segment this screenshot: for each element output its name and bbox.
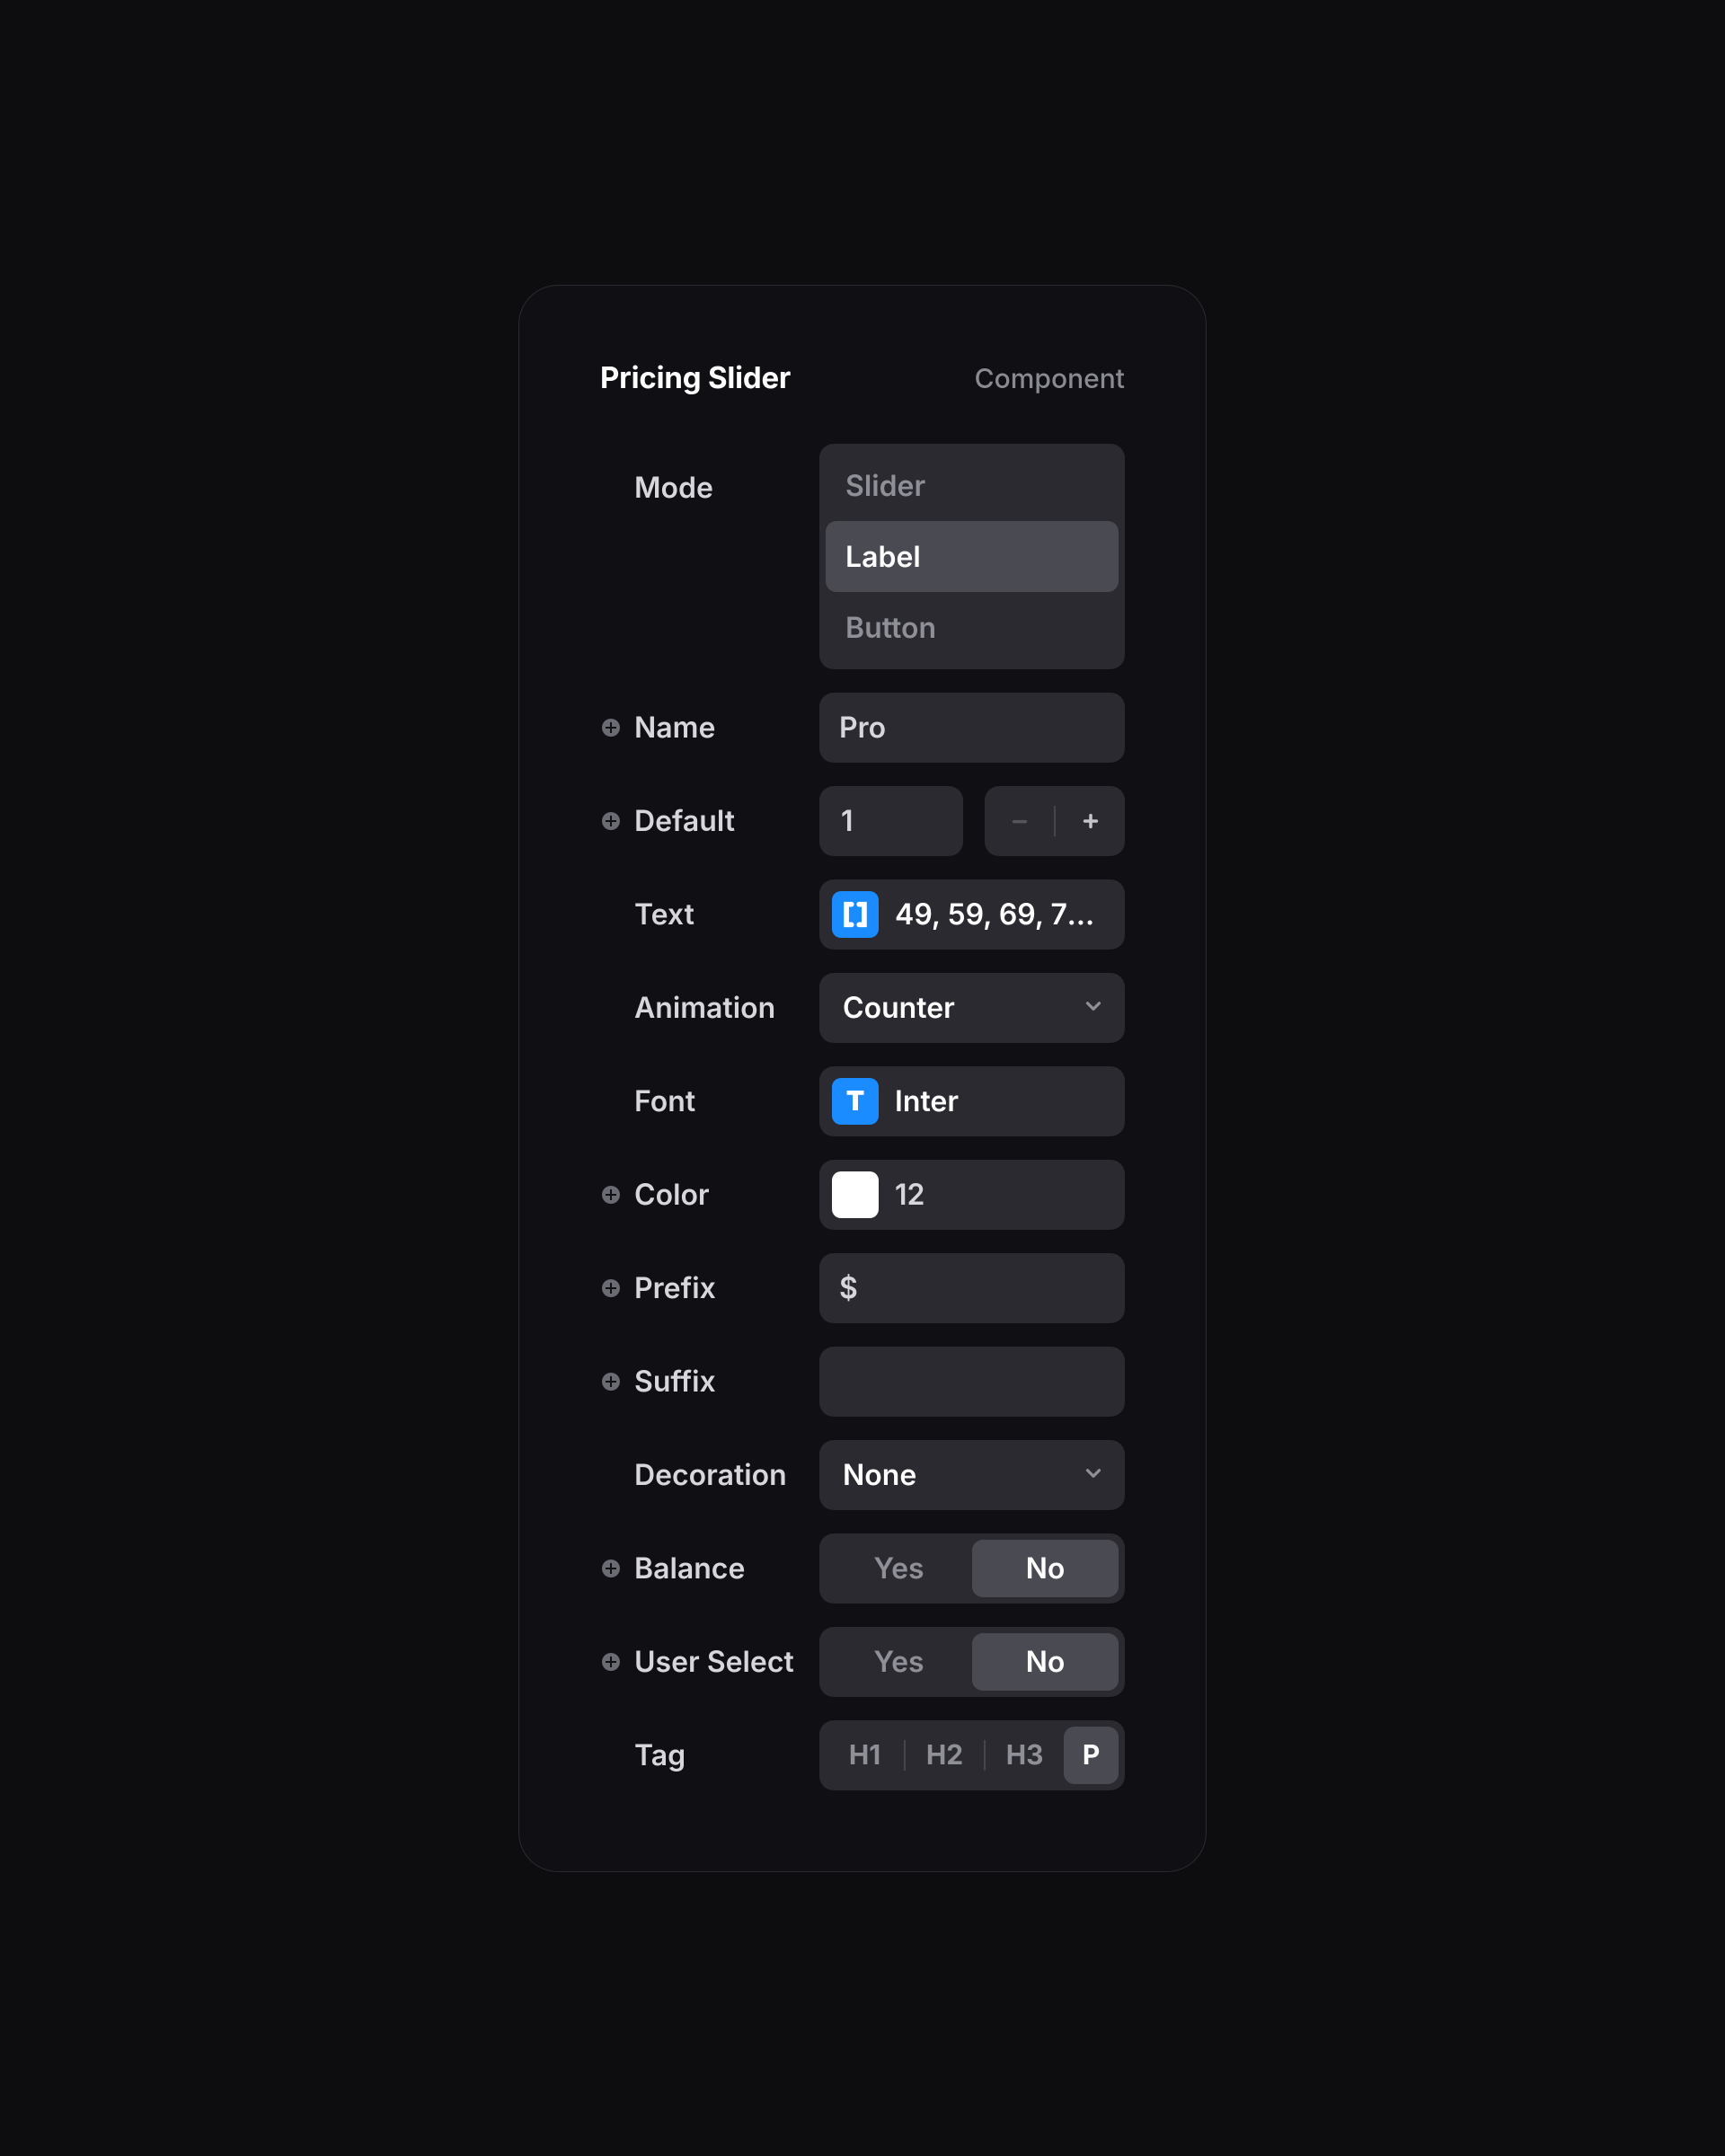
balance-toggle: Yes No bbox=[819, 1533, 1125, 1604]
add-variable-icon[interactable] bbox=[600, 1277, 622, 1299]
chevron-down-icon bbox=[1082, 994, 1105, 1021]
default-stepper: 1 bbox=[819, 786, 1125, 856]
mode-option-button[interactable]: Button bbox=[826, 592, 1119, 663]
user-select-no[interactable]: No bbox=[972, 1633, 1119, 1691]
user-select-yes[interactable]: Yes bbox=[826, 1633, 972, 1691]
prefix-input[interactable]: $ bbox=[819, 1253, 1125, 1323]
add-variable-icon[interactable] bbox=[600, 717, 622, 738]
mode-option-label[interactable]: Label bbox=[826, 521, 1119, 592]
decoration-select[interactable]: None bbox=[819, 1440, 1125, 1510]
tag-option-h2[interactable]: H2 bbox=[906, 1727, 984, 1784]
panel-title: Pricing Slider bbox=[600, 359, 791, 395]
balance-yes[interactable]: Yes bbox=[826, 1540, 972, 1597]
panel-header: Pricing Slider Component bbox=[600, 359, 1125, 395]
font-type-icon: T bbox=[832, 1078, 879, 1125]
name-label: Name bbox=[634, 710, 715, 745]
row-color: Color 12 bbox=[600, 1160, 1125, 1230]
prefix-label: Prefix bbox=[634, 1270, 716, 1305]
row-text: Text 49, 59, 69, 79, ... bbox=[600, 879, 1125, 950]
tag-segmented: H1 H2 H3 P bbox=[819, 1720, 1125, 1790]
panel-type-badge: Component bbox=[975, 363, 1125, 395]
color-swatch[interactable] bbox=[832, 1171, 879, 1218]
text-array-input[interactable]: 49, 59, 69, 79, ... bbox=[819, 879, 1125, 950]
add-variable-icon[interactable] bbox=[600, 810, 622, 832]
default-stepper-buttons bbox=[985, 786, 1125, 856]
row-font: Font T Inter bbox=[600, 1066, 1125, 1136]
animation-label: Animation bbox=[634, 990, 775, 1025]
default-value-input[interactable]: 1 bbox=[819, 786, 963, 856]
stepper-decrement[interactable] bbox=[985, 786, 1054, 856]
mode-option-slider[interactable]: Slider bbox=[826, 450, 1119, 521]
user-select-label: User Select bbox=[634, 1644, 794, 1679]
row-animation: Animation Counter bbox=[600, 973, 1125, 1043]
mode-segmented: Slider Label Button bbox=[819, 444, 1125, 669]
component-inspector-panel: Pricing Slider Component Mode Slider Lab… bbox=[518, 285, 1207, 1872]
row-default: Default 1 bbox=[600, 786, 1125, 856]
row-prefix: Prefix $ bbox=[600, 1253, 1125, 1323]
balance-no[interactable]: No bbox=[972, 1540, 1119, 1597]
add-variable-icon[interactable] bbox=[600, 1651, 622, 1673]
add-variable-icon[interactable] bbox=[600, 1184, 622, 1206]
default-label: Default bbox=[634, 803, 735, 838]
row-suffix: Suffix bbox=[600, 1347, 1125, 1417]
array-type-icon bbox=[832, 891, 879, 938]
add-variable-icon[interactable] bbox=[600, 1371, 622, 1392]
font-label: Font bbox=[634, 1083, 695, 1118]
add-variable-icon[interactable] bbox=[600, 1558, 622, 1579]
balance-label: Balance bbox=[634, 1551, 745, 1586]
text-label: Text bbox=[634, 897, 694, 932]
color-label: Color bbox=[634, 1177, 710, 1212]
suffix-input[interactable] bbox=[819, 1347, 1125, 1417]
row-name: Name Pro bbox=[600, 693, 1125, 763]
tag-label: Tag bbox=[634, 1737, 686, 1772]
tag-option-h1[interactable]: H1 bbox=[826, 1727, 904, 1784]
row-balance: Balance Yes No bbox=[600, 1533, 1125, 1604]
tag-option-p[interactable]: P bbox=[1064, 1727, 1119, 1784]
row-tag: Tag H1 H2 H3 P bbox=[600, 1720, 1125, 1790]
row-decoration: Decoration None bbox=[600, 1440, 1125, 1510]
suffix-label: Suffix bbox=[634, 1364, 716, 1399]
user-select-toggle: Yes No bbox=[819, 1627, 1125, 1697]
chevron-down-icon bbox=[1082, 1462, 1105, 1489]
animation-select[interactable]: Counter bbox=[819, 973, 1125, 1043]
row-user-select: User Select Yes No bbox=[600, 1627, 1125, 1697]
font-picker[interactable]: T Inter bbox=[819, 1066, 1125, 1136]
row-mode: Mode Slider Label Button bbox=[600, 444, 1125, 669]
decoration-label: Decoration bbox=[634, 1457, 787, 1492]
mode-label: Mode bbox=[634, 470, 713, 505]
tag-option-h3[interactable]: H3 bbox=[986, 1727, 1064, 1784]
stepper-increment[interactable] bbox=[1056, 786, 1125, 856]
color-input[interactable]: 12 bbox=[819, 1160, 1125, 1230]
name-input[interactable]: Pro bbox=[819, 693, 1125, 763]
